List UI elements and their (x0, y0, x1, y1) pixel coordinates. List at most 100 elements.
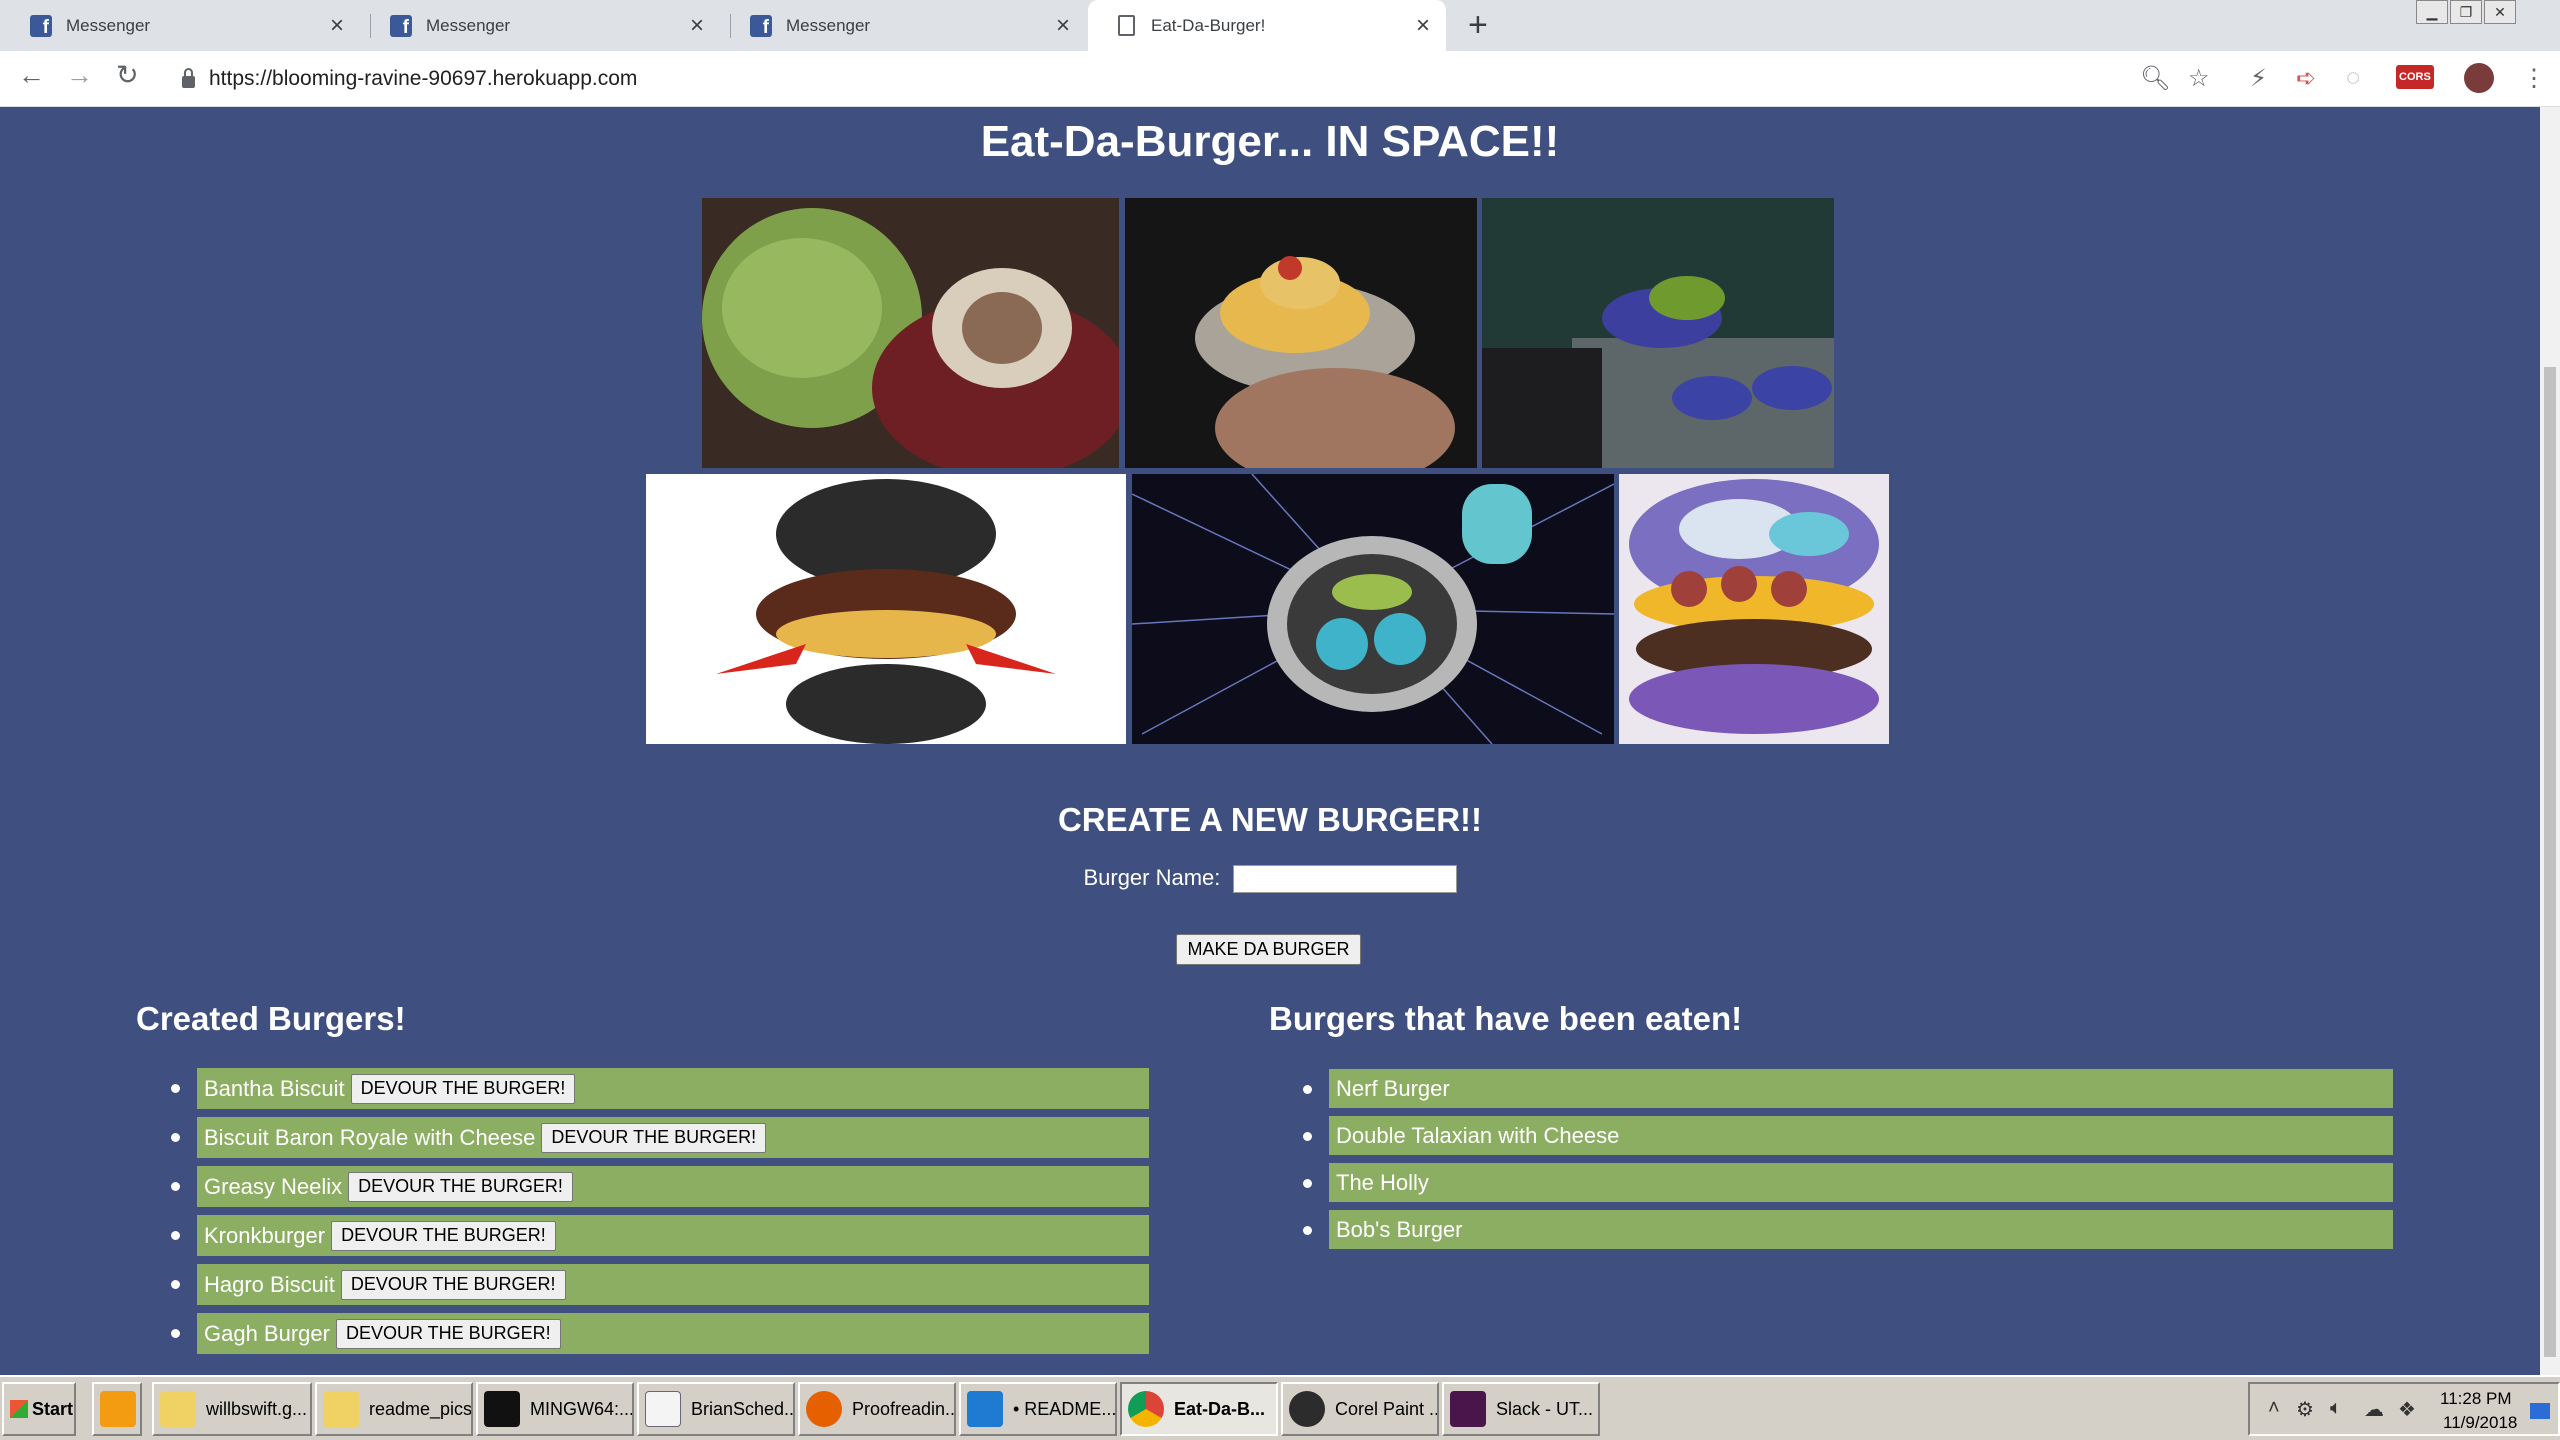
taskbar-item-label: Corel Paint ... (1335, 1398, 1439, 1419)
lock-icon (182, 68, 195, 88)
devour-button[interactable]: DEVOUR THE BURGER! (348, 1171, 573, 1202)
page-content: Eat-Da-Burger... IN SPACE!! CREATE A NEW… (0, 107, 2540, 1375)
bookmark-star-icon[interactable]: ☆ (2188, 64, 2210, 93)
restore-window-icon[interactable]: ❐ (2450, 0, 2482, 24)
clock-time: 11:28 PM (2440, 1389, 2512, 1408)
back-arrow-icon[interactable]: ← (18, 60, 45, 91)
space-plate-blue-buns-image (1132, 474, 1614, 744)
burger-form: Burger Name: (0, 865, 2540, 894)
taskbar-item-word[interactable]: BrianSched... (637, 1382, 795, 1436)
firefox-icon (806, 1391, 842, 1427)
close-tab-icon[interactable]: × (1416, 12, 1430, 40)
created-burgers-list: Bantha Biscuit DEVOUR THE BURGER! Biscui… (171, 1068, 1149, 1362)
cors-extension-icon[interactable]: CORS (2396, 65, 2434, 89)
devour-button[interactable]: DEVOUR THE BURGER! (331, 1220, 556, 1251)
burger-name-input[interactable] (1232, 865, 1457, 894)
taskbar-item-label: Proofreadin... (852, 1398, 956, 1419)
close-tab-icon[interactable]: × (330, 12, 344, 40)
scrollbar-thumb[interactable] (2544, 367, 2556, 1357)
burger-name-label: Burger Name: (1083, 865, 1221, 890)
close-window-icon[interactable]: ✕ (2484, 0, 2516, 24)
list-item: Kronkburger DEVOUR THE BURGER! (171, 1215, 1149, 1256)
dropbox-icon[interactable]: ❖ (2398, 1397, 2416, 1422)
taskbar-item-firefox[interactable]: Proofreadin... (798, 1382, 956, 1436)
page-scrollbar[interactable] (2540, 107, 2560, 1375)
list-item: Hagro Biscuit DEVOUR THE BURGER! (171, 1264, 1149, 1305)
tab-messenger-3[interactable]: f Messenger × (720, 0, 1086, 51)
windows-flag-icon (10, 1400, 28, 1418)
devour-button[interactable]: DEVOUR THE BURGER! (350, 1073, 576, 1104)
grey-extension-icon[interactable]: ◌ (2346, 64, 2360, 92)
devour-button[interactable]: DEVOUR THE BURGER! (541, 1122, 767, 1153)
reload-icon[interactable]: ↻ (116, 60, 139, 91)
folder-icon (323, 1391, 359, 1427)
facebook-icon: f (750, 14, 772, 37)
profile-avatar[interactable] (2464, 63, 2494, 93)
tray-expand-icon[interactable]: ˄ (2268, 1397, 2280, 1420)
make-da-burger-button[interactable]: MAKE DA BURGER (1176, 934, 1361, 965)
share-extension-icon[interactable]: ➪ (2296, 64, 2316, 93)
cloud-icon[interactable]: ☁ (2364, 1397, 2384, 1422)
facebook-icon: f (390, 14, 412, 37)
devour-button[interactable]: DEVOUR THE BURGER! (340, 1269, 566, 1300)
close-tab-icon[interactable]: × (1056, 12, 1070, 40)
show-desktop-icon[interactable] (2530, 1403, 2550, 1419)
taskbar-item-terminal[interactable]: MINGW64:... (476, 1382, 634, 1436)
tab-messenger-2[interactable]: f Messenger × (360, 0, 720, 51)
vscode-icon (967, 1391, 1003, 1427)
url-text[interactable]: https://blooming-ravine-90697.herokuapp.… (209, 67, 637, 91)
burger-name: Bantha Biscuit (204, 1075, 345, 1101)
list-item: Greasy Neelix DEVOUR THE BURGER! (171, 1166, 1149, 1207)
list-item: Biscuit Baron Royale with Cheese DEVOUR … (171, 1117, 1149, 1158)
close-tab-icon[interactable]: × (690, 12, 704, 40)
tab-eat-da-burger[interactable]: Eat-Da-Burger! × (1088, 0, 1446, 51)
taskbar-item-label: readme_pics (369, 1398, 473, 1419)
taskbar-item-chrome[interactable]: Eat-Da-B... (1120, 1382, 1278, 1436)
taskbar-item-label: Slack - UT... (1496, 1398, 1594, 1419)
volume-icon[interactable]: 🔈︎ (2330, 1397, 2342, 1420)
tab-messenger-1[interactable]: f Messenger × (0, 0, 360, 51)
devour-button[interactable]: DEVOUR THE BURGER! (335, 1318, 561, 1349)
burger-name: Nerf Burger (1336, 1075, 1450, 1101)
eaten-burgers-heading: Burgers that have been eaten! (1269, 1000, 1743, 1037)
list-item: Nerf Burger (1303, 1069, 2393, 1108)
minimize-window-icon[interactable]: ▁ (2416, 0, 2448, 24)
burger-name: Hagro Biscuit (204, 1271, 335, 1297)
taskbar-item-folder-1[interactable]: willbswift.g... (152, 1382, 312, 1436)
forward-arrow-icon[interactable]: → (66, 60, 93, 91)
burger-name: The Holly (1336, 1169, 1429, 1195)
start-label: Start (32, 1398, 74, 1419)
clock-date: 11/9/2018 (2443, 1413, 2518, 1432)
spaghetti-burger-plate-image (1125, 198, 1477, 468)
taskbar-item-slack[interactable]: Slack - UT... (1442, 1382, 1600, 1436)
media-player-button[interactable] (92, 1382, 142, 1436)
chrome-icon (1128, 1391, 1164, 1427)
taskbar-item-folder-2[interactable]: readme_pics (315, 1382, 473, 1436)
eaten-burgers-list: Nerf Burger Double Talaxian with Cheese … (1303, 1069, 2393, 1257)
green-and-red-burger-image (702, 198, 1119, 468)
burger-name: Double Talaxian with Cheese (1336, 1122, 1620, 1148)
zoom-magnifier-icon[interactable]: 🔍︎ (2140, 64, 2170, 93)
taskbar-item-label: Eat-Da-B... (1174, 1398, 1266, 1419)
facebook-icon: f (30, 14, 52, 37)
tab-title: Messenger (786, 15, 871, 35)
tab-title: Messenger (426, 15, 511, 35)
address-bar[interactable]: https://blooming-ravine-90697.herokuapp.… (160, 59, 2210, 99)
list-item: Bob's Burger (1303, 1210, 2393, 1249)
galaxy-bun-burger-image (1619, 474, 1889, 744)
taskbar-item-vscode[interactable]: • README... (959, 1382, 1117, 1436)
lightning-extension-icon[interactable]: ⚡︎ (2250, 64, 2267, 93)
folder-icon (160, 1391, 196, 1427)
create-burger-heading: CREATE A NEW BURGER!! (1057, 801, 1483, 838)
list-item: Double Talaxian with Cheese (1303, 1116, 2393, 1155)
taskbar-item-corel[interactable]: Corel Paint ... (1281, 1382, 1439, 1436)
menu-kebab-icon[interactable]: ⋮ (2522, 64, 2546, 93)
burger-name: Kronkburger (204, 1222, 326, 1248)
windows-taskbar: Start willbswift.g... readme_pics MINGW6… (0, 1375, 2560, 1440)
terminal-icon (484, 1391, 520, 1427)
burger-name: Greasy Neelix (204, 1173, 343, 1199)
new-tab-button[interactable]: + (1468, 6, 1488, 45)
word-document-icon (645, 1391, 681, 1427)
settings-gear-icon[interactable]: ⚙ (2296, 1397, 2314, 1422)
start-button[interactable]: Start (2, 1382, 76, 1436)
